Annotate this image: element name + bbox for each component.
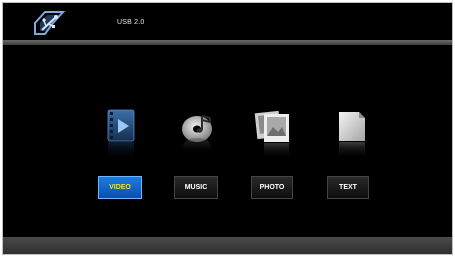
video-item[interactable] [99, 108, 145, 163]
photo-button[interactable]: PHOTO [251, 176, 293, 199]
music-button[interactable]: MUSIC [174, 176, 218, 199]
video-button[interactable]: VIDEO [98, 176, 142, 199]
top-divider [3, 40, 452, 45]
photo-item[interactable] [251, 108, 297, 163]
bottom-bar [3, 237, 452, 254]
photo-frames-icon [254, 110, 289, 159]
usb-logo-icon [34, 11, 66, 35]
video-film-icon [107, 109, 135, 160]
text-document-icon [339, 112, 365, 159]
media-player-screen: USB 2.0 VIDEO MUSIC PHOTO TEXT [2, 2, 453, 255]
music-disc-icon [182, 115, 212, 154]
music-item[interactable] [175, 108, 221, 163]
top-bar: USB 2.0 [3, 3, 452, 41]
text-item[interactable] [329, 108, 375, 163]
source-label: USB 2.0 [117, 19, 145, 26]
text-button[interactable]: TEXT [327, 176, 369, 199]
